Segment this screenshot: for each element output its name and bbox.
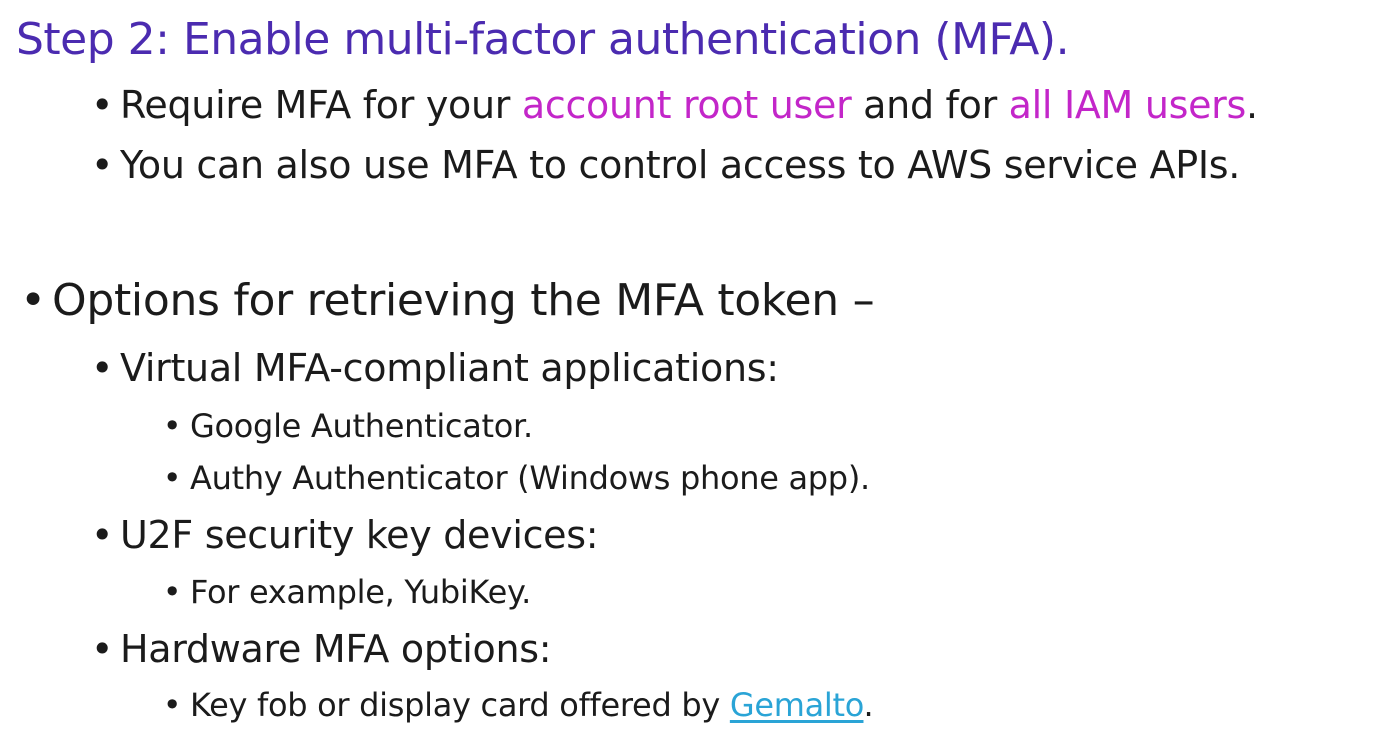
bullet-glyph: •	[20, 275, 46, 326]
options-heading-text: Options for retrieving the MFA token –	[52, 275, 875, 326]
virtual-apps-label: Virtual MFA-compliant applications:	[120, 346, 779, 390]
bullet-require-mfa: • Require MFA for your account root user …	[84, 80, 1258, 130]
slide: Step 2: Enable multi-factor authenticati…	[0, 0, 1396, 740]
bullet-glyph: •	[90, 513, 114, 557]
gemalto-prefix: Key fob or display card offered by	[190, 686, 730, 724]
list-item-gemalto: • Key fob or display card offered by Gema…	[154, 683, 874, 727]
bullet-glyph: •	[162, 459, 182, 497]
bullet-glyph: •	[90, 627, 114, 671]
require-mfa-middle: and for	[851, 83, 1009, 127]
u2f-label: U2F security key devices:	[120, 513, 599, 557]
authy-authenticator-text: Authy Authenticator (Windows phone app).	[190, 459, 870, 497]
slide-title: Step 2: Enable multi-factor authenticati…	[16, 14, 1070, 65]
bullet-hardware-options: • Hardware MFA options:	[84, 624, 552, 674]
bullet-options-heading: • Options for retrieving the MFA token –	[14, 272, 874, 330]
gemalto-suffix: .	[863, 686, 874, 724]
google-authenticator-text: Google Authenticator.	[190, 407, 533, 445]
mfa-api-control-text: You can also use MFA to control access t…	[120, 143, 1241, 187]
require-mfa-prefix: Require MFA for your	[120, 83, 522, 127]
hardware-label: Hardware MFA options:	[120, 627, 552, 671]
bullet-glyph: •	[162, 573, 182, 611]
bullet-glyph: •	[90, 346, 114, 390]
bullet-mfa-api-control: • You can also use MFA to control access …	[84, 140, 1240, 190]
bullet-glyph: •	[90, 143, 114, 187]
highlight-account-root-user: account root user	[521, 83, 852, 127]
bullet-glyph: •	[162, 407, 182, 445]
require-mfa-suffix: .	[1246, 83, 1258, 127]
bullet-u2f-devices: • U2F security key devices:	[84, 510, 599, 560]
bullet-virtual-apps: • Virtual MFA-compliant applications:	[84, 343, 779, 393]
highlight-all-iam-users: all IAM users	[1008, 83, 1247, 127]
yubikey-text: For example, YubiKey.	[190, 573, 531, 611]
list-item-yubikey: • For example, YubiKey.	[154, 570, 532, 614]
list-item-google-authenticator: • Google Authenticator.	[154, 404, 533, 448]
list-item-authy-authenticator: • Authy Authenticator (Windows phone app)…	[154, 456, 870, 500]
bullet-glyph: •	[162, 686, 182, 724]
gemalto-link[interactable]: Gemalto	[730, 686, 864, 724]
bullet-glyph: •	[90, 83, 114, 127]
